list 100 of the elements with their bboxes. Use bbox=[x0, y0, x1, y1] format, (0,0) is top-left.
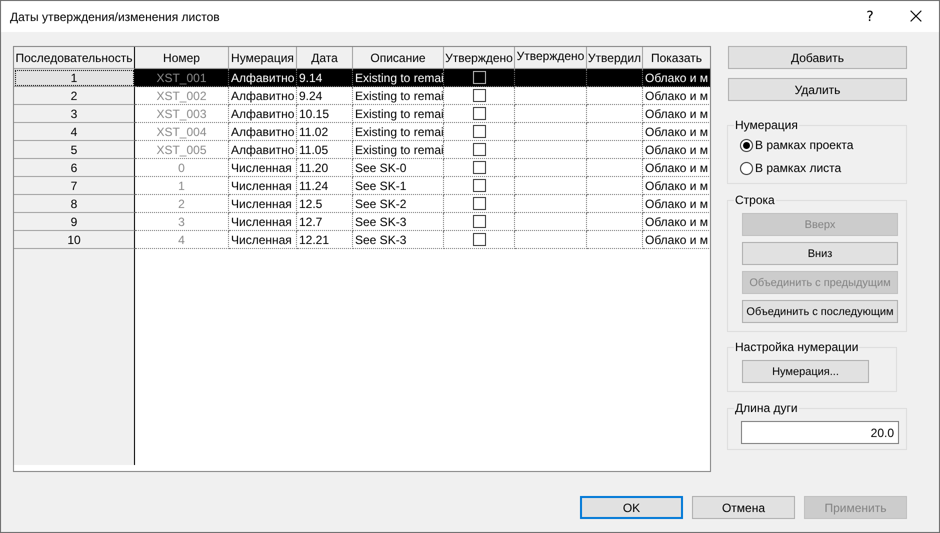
table-cell: Облако и м bbox=[643, 87, 710, 105]
column-header[interactable]: Утверждено bbox=[515, 47, 587, 69]
row-header[interactable]: 1 bbox=[14, 69, 135, 87]
empty-cell bbox=[587, 87, 643, 105]
checkbox[interactable] bbox=[472, 161, 486, 174]
table-cell: XST_002 bbox=[135, 87, 229, 105]
group-title: Длина дуги bbox=[734, 401, 799, 415]
group-title: Строка bbox=[734, 193, 776, 207]
row-header[interactable]: 5 bbox=[14, 141, 135, 159]
arc-length-field[interactable]: 20.0 bbox=[741, 421, 899, 444]
table-cell: Алфавитно bbox=[229, 87, 297, 105]
empty-cell bbox=[587, 159, 643, 177]
column-header[interactable]: Последовательность bbox=[14, 47, 135, 69]
table-cell: Алфавитно bbox=[229, 141, 297, 159]
empty-cell bbox=[587, 195, 643, 213]
checkbox[interactable] bbox=[472, 125, 486, 138]
table-cell: XST_003 bbox=[135, 105, 229, 123]
column-header[interactable]: Показать bbox=[643, 47, 710, 69]
column-header[interactable]: Нумерация bbox=[229, 47, 297, 69]
action-button[interactable]: Добавить bbox=[728, 46, 907, 69]
column-header[interactable]: Номер bbox=[135, 47, 229, 69]
table-cell: See SK-0 bbox=[353, 159, 444, 177]
row-header[interactable]: 10 bbox=[14, 231, 135, 249]
checkbox[interactable] bbox=[472, 197, 486, 210]
table-cell: 11.20 bbox=[297, 159, 353, 177]
group-title: Настройка нумерации bbox=[734, 340, 860, 354]
empty-cell bbox=[587, 213, 643, 231]
column-header[interactable]: Дата bbox=[297, 47, 353, 69]
table-cell: Численная bbox=[229, 231, 297, 249]
row-header[interactable]: 8 bbox=[14, 195, 135, 213]
checkbox[interactable] bbox=[472, 107, 486, 120]
table-cell: 4 bbox=[135, 231, 229, 249]
table-cell: Облако и м bbox=[643, 105, 710, 123]
table-cell: 12.7 bbox=[297, 213, 353, 231]
row-header[interactable]: 3 bbox=[14, 105, 135, 123]
table-cell: Численная bbox=[229, 177, 297, 195]
empty-cell bbox=[587, 231, 643, 249]
table-cell: See SK-1 bbox=[353, 177, 444, 195]
table-cell: Existing to remai bbox=[353, 141, 444, 159]
table-cell: 3 bbox=[135, 213, 229, 231]
table-cell: Облако и м bbox=[643, 231, 710, 249]
table-cell: 12.5 bbox=[297, 195, 353, 213]
table-cell: Existing to remai bbox=[353, 123, 444, 141]
table-cell: Облако и м bbox=[643, 123, 710, 141]
row-header[interactable]: 4 bbox=[14, 123, 135, 141]
row-button[interactable]: Вниз bbox=[742, 242, 898, 265]
table-cell: 2 bbox=[135, 195, 229, 213]
table-cell: Численная bbox=[229, 213, 297, 231]
table-cell: Алфавитно bbox=[229, 105, 297, 123]
table-cell: Облако и м bbox=[643, 69, 710, 87]
checkbox[interactable] bbox=[472, 215, 486, 228]
empty-cell bbox=[587, 177, 643, 195]
empty-cell bbox=[587, 105, 643, 123]
checkbox[interactable] bbox=[472, 89, 486, 102]
column-header[interactable]: Описание bbox=[353, 47, 444, 69]
column-header[interactable]: Утверждено bbox=[444, 47, 515, 69]
checkbox[interactable] bbox=[472, 143, 486, 156]
table-cell: See SK-3 bbox=[353, 213, 444, 231]
row-header[interactable]: 9 bbox=[14, 213, 135, 231]
table-cell: Численная bbox=[229, 159, 297, 177]
help-button[interactable]: ? bbox=[847, 1, 893, 32]
column-header[interactable]: Утвердил bbox=[587, 47, 643, 69]
table-cell: See SK-3 bbox=[353, 231, 444, 249]
table-cell: 9.24 bbox=[297, 87, 353, 105]
table-cell: 1 bbox=[135, 177, 229, 195]
table-cell: See SK-2 bbox=[353, 195, 444, 213]
dialog-button[interactable]: OK bbox=[580, 496, 683, 519]
table-cell: Облако и м bbox=[643, 213, 710, 231]
empty-cell bbox=[587, 123, 643, 141]
row-header[interactable]: 7 bbox=[14, 177, 135, 195]
table-cell: 9.14 bbox=[297, 69, 353, 87]
row-header[interactable]: 2 bbox=[14, 87, 135, 105]
table-cell: 11.24 bbox=[297, 177, 353, 195]
table-cell: 12.21 bbox=[297, 231, 353, 249]
checkbox[interactable] bbox=[472, 233, 486, 246]
action-button[interactable]: Удалить bbox=[728, 78, 907, 101]
table-cell: Алфавитно bbox=[229, 123, 297, 141]
empty-cell bbox=[587, 141, 643, 159]
table-cell: XST_001 bbox=[135, 69, 229, 87]
row-header[interactable]: 6 bbox=[14, 159, 135, 177]
checkbox[interactable] bbox=[472, 179, 486, 192]
table-cell: 10.15 bbox=[297, 105, 353, 123]
radio-option[interactable]: В рамках проекта bbox=[740, 136, 906, 154]
table-cell: Облако и м bbox=[643, 177, 710, 195]
window-title: Даты утверждения/изменения листов bbox=[9, 10, 221, 24]
table-cell: Облако и м bbox=[643, 141, 710, 159]
table-cell: Existing to remai bbox=[353, 69, 444, 87]
table-cell: 11.02 bbox=[297, 123, 353, 141]
checkbox[interactable] bbox=[472, 71, 486, 84]
numbering-button[interactable]: Нумерация... bbox=[742, 360, 869, 383]
close-button[interactable]: × bbox=[893, 1, 939, 32]
table-cell: 0 bbox=[135, 159, 229, 177]
group-title: Нумерация bbox=[734, 118, 799, 132]
table-cell: XST_005 bbox=[135, 141, 229, 159]
table-cell: XST_004 bbox=[135, 123, 229, 141]
table-cell: Existing to remai bbox=[353, 105, 444, 123]
row-button[interactable]: Объединить с последующим bbox=[742, 300, 898, 323]
table-cell: 11.05 bbox=[297, 141, 353, 159]
radio-option[interactable]: В рамках листа bbox=[740, 159, 906, 177]
dialog-button[interactable]: Отмена bbox=[692, 496, 795, 519]
